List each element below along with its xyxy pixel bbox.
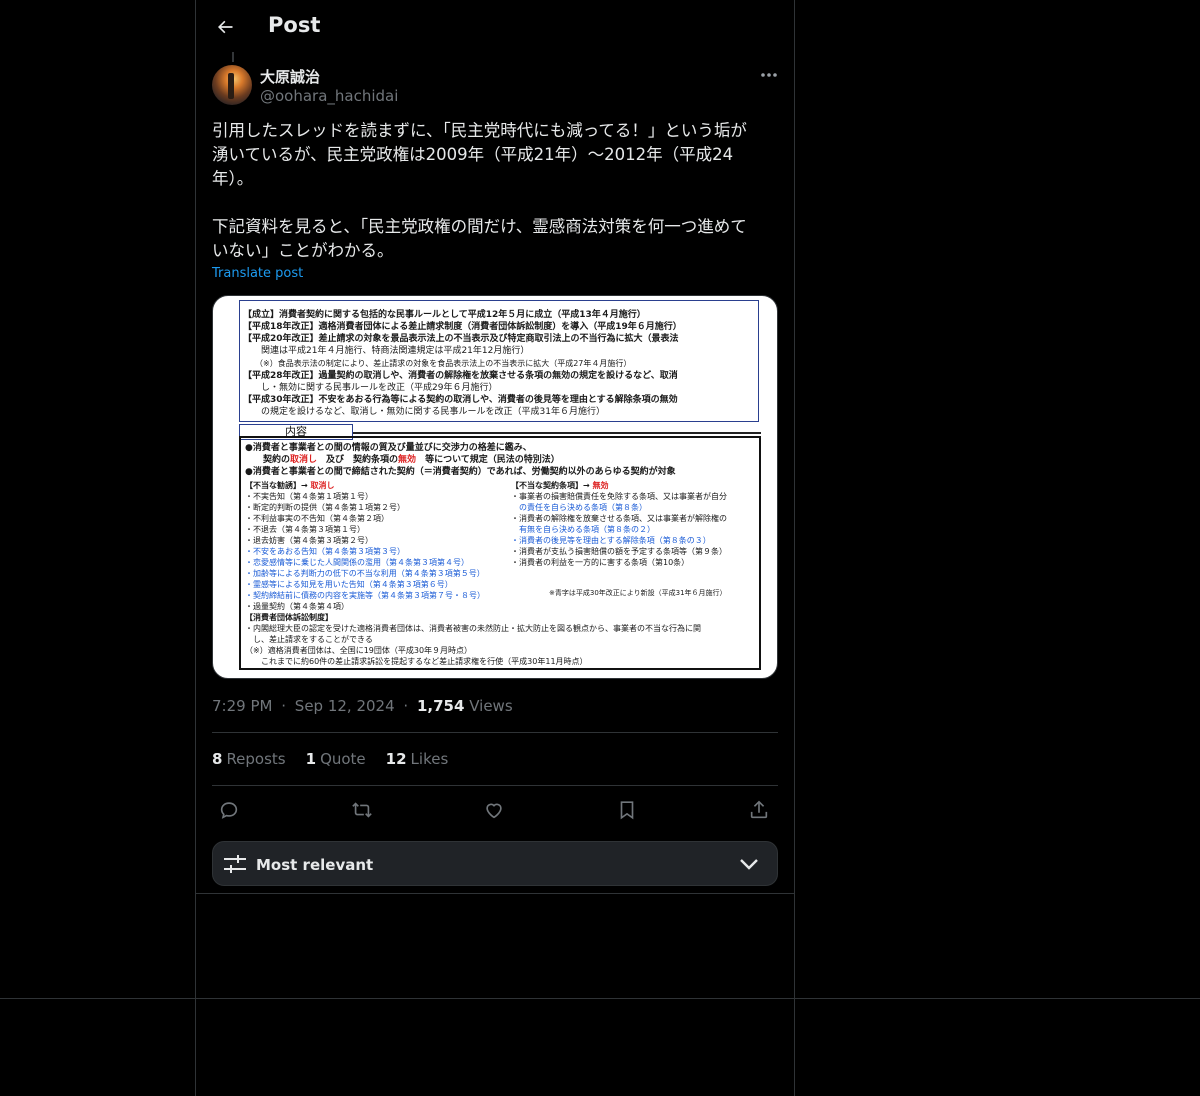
post-date[interactable]: Sep 12, 2024 (295, 697, 395, 715)
views-label: Views (469, 697, 513, 715)
doc-line: し、差止請求をすることができる (245, 635, 373, 644)
more-options-button[interactable] (758, 66, 780, 84)
doc-line: ・過量契約（第４条第４項） (245, 602, 349, 611)
engagement-stats: 8 Reposts 1 Quote 12 Likes (212, 750, 448, 768)
doc-line: ・消費者の後見等を理由とする解除条項（第８条の３） (511, 536, 711, 545)
doc-line: の責任を自ら決める条項（第８条） (511, 503, 647, 512)
doc-line: 【平成18年改正】適格消費者団体による差止請求制度（消費者団体訴訟制度）を導入（… (243, 322, 682, 332)
heart-icon (486, 803, 502, 819)
doc-line: ・退去妨害（第４条第３項第２号） (245, 536, 373, 545)
likes-count: 12 (385, 750, 407, 768)
reposts-label: Reposts (226, 750, 286, 768)
bookmark-button[interactable] (614, 797, 640, 823)
author-display-name[interactable]: 大原誠治 (260, 66, 320, 87)
doc-line: 関連は平成21年４月施行、特商法関連規定は平成21年12月施行） (243, 346, 530, 356)
doc-line: 【消費者団体訴訟制度】 (245, 613, 333, 622)
back-button[interactable] (212, 14, 238, 40)
repost-icon (351, 802, 372, 818)
doc-line: ・消費者の利益を一方的に害する条項（第10条） (511, 558, 690, 567)
doc-line: し・無効に関する民事ルールを改正（平成29年６月施行） (243, 383, 498, 393)
reply-icon (220, 802, 238, 819)
post-time[interactable]: 7:29 PM (212, 697, 272, 715)
post-text-line: 引用したスレッドを読まずに、「民主党時代にも減ってる！」という垢が (212, 121, 747, 140)
doc-line: ・事業者の損害賠償責任を免除する条項、又は事業者が自分 (511, 492, 727, 501)
doc-line: 【不当な勧誘】→ 取消し (245, 481, 335, 490)
likes-stat[interactable]: 12 Likes (386, 750, 449, 768)
action-bar (212, 796, 778, 824)
reply-button[interactable] (216, 797, 242, 823)
doc-line: ・契約締結前に債務の内容を実施等（第４条第３項第７号・８号） (245, 591, 485, 600)
doc-line: ・消費者の解除権を放棄させる条項、又は事業者が解除権の (511, 514, 727, 523)
likes-label: Likes (410, 750, 449, 768)
quotes-stat[interactable]: 1 Quote (306, 750, 366, 768)
arrow-left-icon (218, 20, 233, 34)
doc-line: これまでに約60件の差止請求訴訟を提起するなど差止請求権を行使（平成30年11月… (245, 657, 588, 666)
share-icon (750, 800, 768, 819)
post-text-line (212, 191, 778, 215)
doc-line: ・不安をあおる告知（第４条第３項第３号） (245, 547, 405, 556)
author-handle[interactable]: @oohara_hachidai (260, 87, 398, 105)
post-text: 引用したスレッドを読まずに、「民主党時代にも減ってる！」という垢が 湧いているが、… (212, 119, 778, 263)
divider (196, 893, 794, 894)
repost-button[interactable] (349, 797, 375, 823)
doc-line: ・消費者が支払う損害賠償の額を予定する条項等（第９条） (511, 547, 727, 556)
doc-line: 【不当な契約条項】→ 無効 (511, 481, 609, 490)
doc-line: ・加齢等による判断力の低下の不当な利用（第４条第３項第５号） (245, 569, 485, 578)
divider (212, 785, 778, 786)
doc-line: の規定を設けるなど、取消し・無効に関する民事ルールを改正（平成31年６月施行） (243, 407, 606, 417)
share-button[interactable] (746, 797, 772, 823)
document-image: 【成立】消費者契約に関する包括的な民事ルールとして平成12年５月に成立（平成13… (219, 296, 775, 678)
doc-line: 【平成30年改正】不安をあおる行為等による契約の取消しや、消費者の後見等を理由と… (243, 395, 678, 405)
post-text-line: いない」ことがわかる。 (212, 241, 394, 260)
post-text-line: 湧いているが、民主党政権は2009年（平成21年）〜2012年（平成24 (212, 145, 734, 164)
sliders-icon (224, 855, 246, 873)
page-title: Post (268, 13, 321, 37)
avatar[interactable] (212, 65, 252, 105)
doc-line: ・恋愛感情等に乗じた人間関係の濫用（第４条第３項第４号） (245, 558, 469, 567)
doc-line: 【平成20年改正】差止請求の対象を景品表示法上の不当表示及び特定商取引法上の不当… (243, 334, 679, 344)
doc-line: 【平成28年改正】過量契約の取消しや、消費者の解除権を放棄させる条項の無効の規定… (243, 371, 678, 381)
doc-line: ・不利益事実の不告知（第４条第２項） (245, 514, 389, 523)
post-text-line: 下記資料を見ると、「民主党政権の間だけ、霊感商法対策を何一つ進めて (212, 217, 747, 236)
like-button[interactable] (481, 797, 507, 823)
doc-line: 【成立】消費者契約に関する包括的な民事ルールとして平成12年５月に成立（平成13… (243, 310, 646, 320)
main-column: Post 大原誠治 @oohara_hachidai 引用したスレッドを読まずに… (195, 0, 795, 1096)
header: Post (196, 0, 794, 54)
quotes-label: Quote (320, 750, 366, 768)
more-dots-icon (761, 73, 777, 77)
post-text-line: 年）。 (212, 169, 254, 188)
bookmark-icon (620, 801, 633, 820)
doc-line: （※）食品表示法の制定により、差止請求の対象を食品表示法上の不当表示に拡大（平成… (243, 359, 632, 368)
views-count: 1,754 (416, 697, 465, 715)
doc-line: ・内閣総理大臣の認定を受けた適格消費者団体は、消費者被害の未然防止・拡大防止を図… (245, 624, 701, 633)
reposts-count: 8 (212, 750, 223, 768)
post-image[interactable]: 【成立】消費者契約に関する包括的な民事ルールとして平成12年５月に成立（平成13… (212, 295, 778, 679)
quotes-count: 1 (305, 750, 317, 768)
chevron-down-icon (740, 859, 758, 870)
meta-separator: · (281, 697, 287, 715)
doc-line: ・不実告知（第４条第１項第１号） (245, 492, 373, 501)
doc-line: 有無を自ら決める条項（第８条の２） (511, 525, 655, 534)
thread-connector (232, 52, 234, 62)
reposts-stat[interactable]: 8 Reposts (212, 750, 286, 768)
doc-line: ・不退去（第４条第３項第１号） (245, 525, 365, 534)
translate-post-link[interactable]: Translate post (212, 266, 303, 281)
sort-label: Most relevant (256, 856, 374, 874)
meta-separator: · (403, 697, 409, 715)
post-meta: 7:29 PM · Sep 12, 2024 · 1,754 Views (212, 697, 513, 715)
doc-note: ※青字は平成30年改正により新設（平成31年６月施行） (549, 589, 727, 597)
doc-line: ・霊感等による知見を用いた告知（第４条第３項第６号） (245, 580, 453, 589)
doc-line: ●消費者と事業者との間の情報の質及び量並びに交渉力の格差に鑑み、 (245, 443, 532, 453)
divider (212, 732, 778, 733)
doc-line: 契約の取消し 及び 契約条項の無効 等について規定（民法の特別法） (245, 455, 560, 465)
doc-line: ●消費者と事業者との間で締結された契約（＝消費者契約）であれば、労働契約以外のあ… (245, 467, 676, 477)
doc-line: ・断定的判断の提供（第４条第１項第２号） (245, 503, 405, 512)
reply-sort-dropdown[interactable]: Most relevant (212, 841, 778, 886)
doc-line: （※）適格消費者団体は、全国に19団体（平成30年９月時点） (245, 646, 473, 655)
